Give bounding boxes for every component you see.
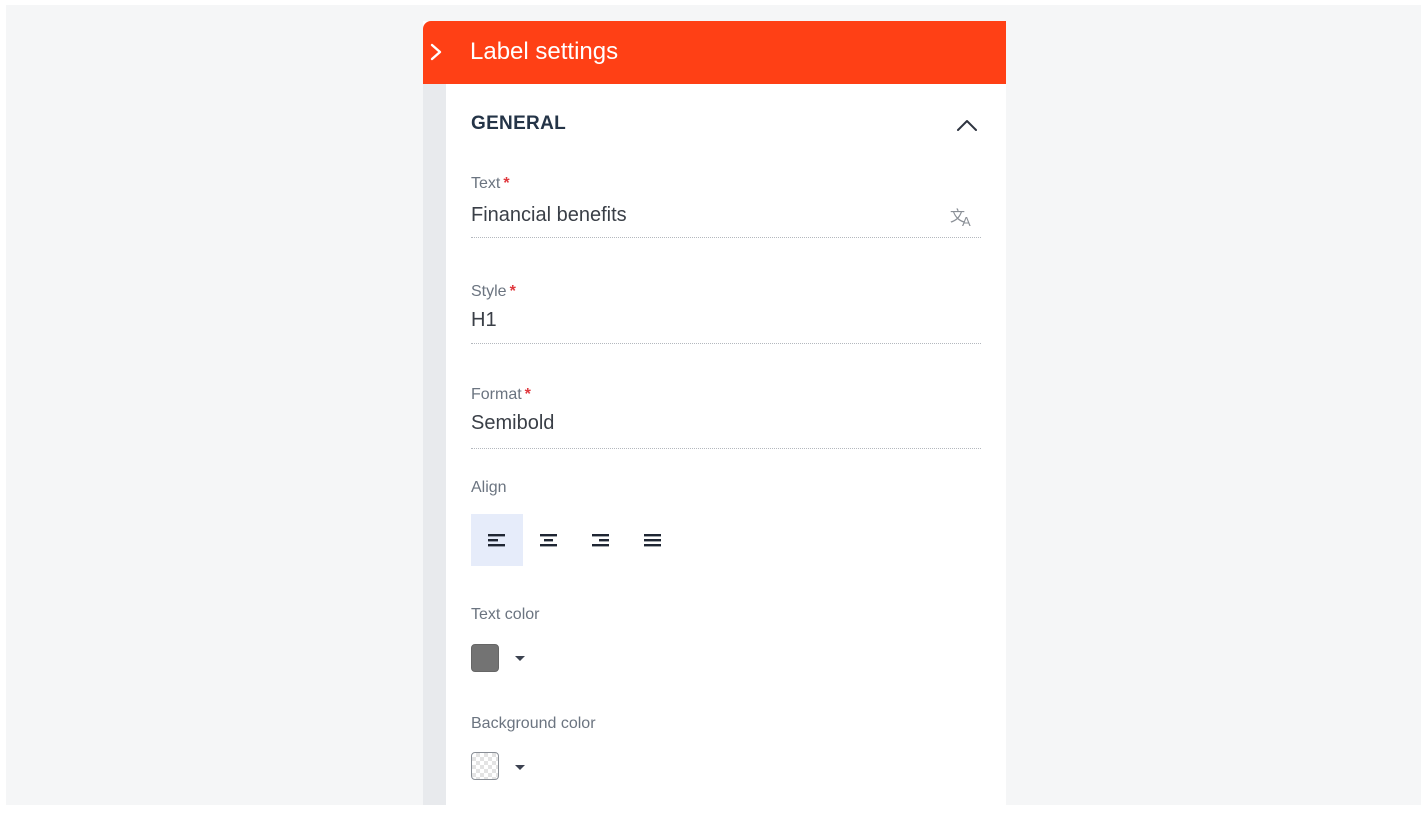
style-field-value[interactable]: H1 (471, 309, 497, 332)
caret-down-icon[interactable] (515, 656, 525, 661)
align-right-button[interactable] (575, 514, 627, 566)
svg-text:A: A (962, 214, 971, 228)
label-settings-panel: Label settings GENERAL Text * Financial b… (423, 21, 1006, 805)
text-field-label: Text * (471, 175, 510, 193)
align-center-icon (540, 534, 557, 547)
caret-down-icon[interactable] (515, 765, 525, 770)
background-color-swatch[interactable] (471, 752, 499, 780)
format-field-underline (471, 448, 981, 449)
align-center-button[interactable] (523, 514, 575, 566)
align-label: Align (471, 479, 507, 496)
align-left-button[interactable] (471, 514, 523, 566)
format-field-label: Format * (471, 386, 531, 404)
format-field-value[interactable]: Semibold (471, 412, 554, 435)
section-title-general: GENERAL (471, 113, 566, 134)
side-strip (423, 84, 446, 805)
align-button-group (471, 514, 679, 566)
chevron-up-icon (957, 120, 977, 131)
text-field-underline (471, 237, 981, 238)
align-left-icon (488, 534, 505, 547)
format-label: Format (471, 386, 522, 403)
style-field-label: Style * (471, 283, 516, 301)
align-justify-button[interactable] (627, 514, 679, 566)
text-color-label: Text color (471, 606, 540, 623)
required-mark: * (524, 386, 531, 403)
required-mark: * (503, 175, 510, 192)
translate-icon[interactable]: 文 A (949, 206, 975, 228)
chevron-right-icon[interactable] (429, 43, 443, 61)
style-label: Style (471, 283, 507, 300)
background-color-label: Background color (471, 715, 596, 732)
panel-header: Label settings (423, 21, 1006, 84)
text-label: Text (471, 175, 501, 192)
align-right-icon (592, 534, 609, 547)
collapse-section-button[interactable] (951, 109, 983, 141)
text-field-value[interactable]: Financial benefits (471, 204, 627, 227)
text-color-swatch[interactable] (471, 644, 499, 672)
required-mark: * (509, 283, 516, 300)
panel-title: Label settings (470, 38, 619, 65)
style-field-underline (471, 343, 981, 344)
align-justify-icon (644, 534, 661, 547)
